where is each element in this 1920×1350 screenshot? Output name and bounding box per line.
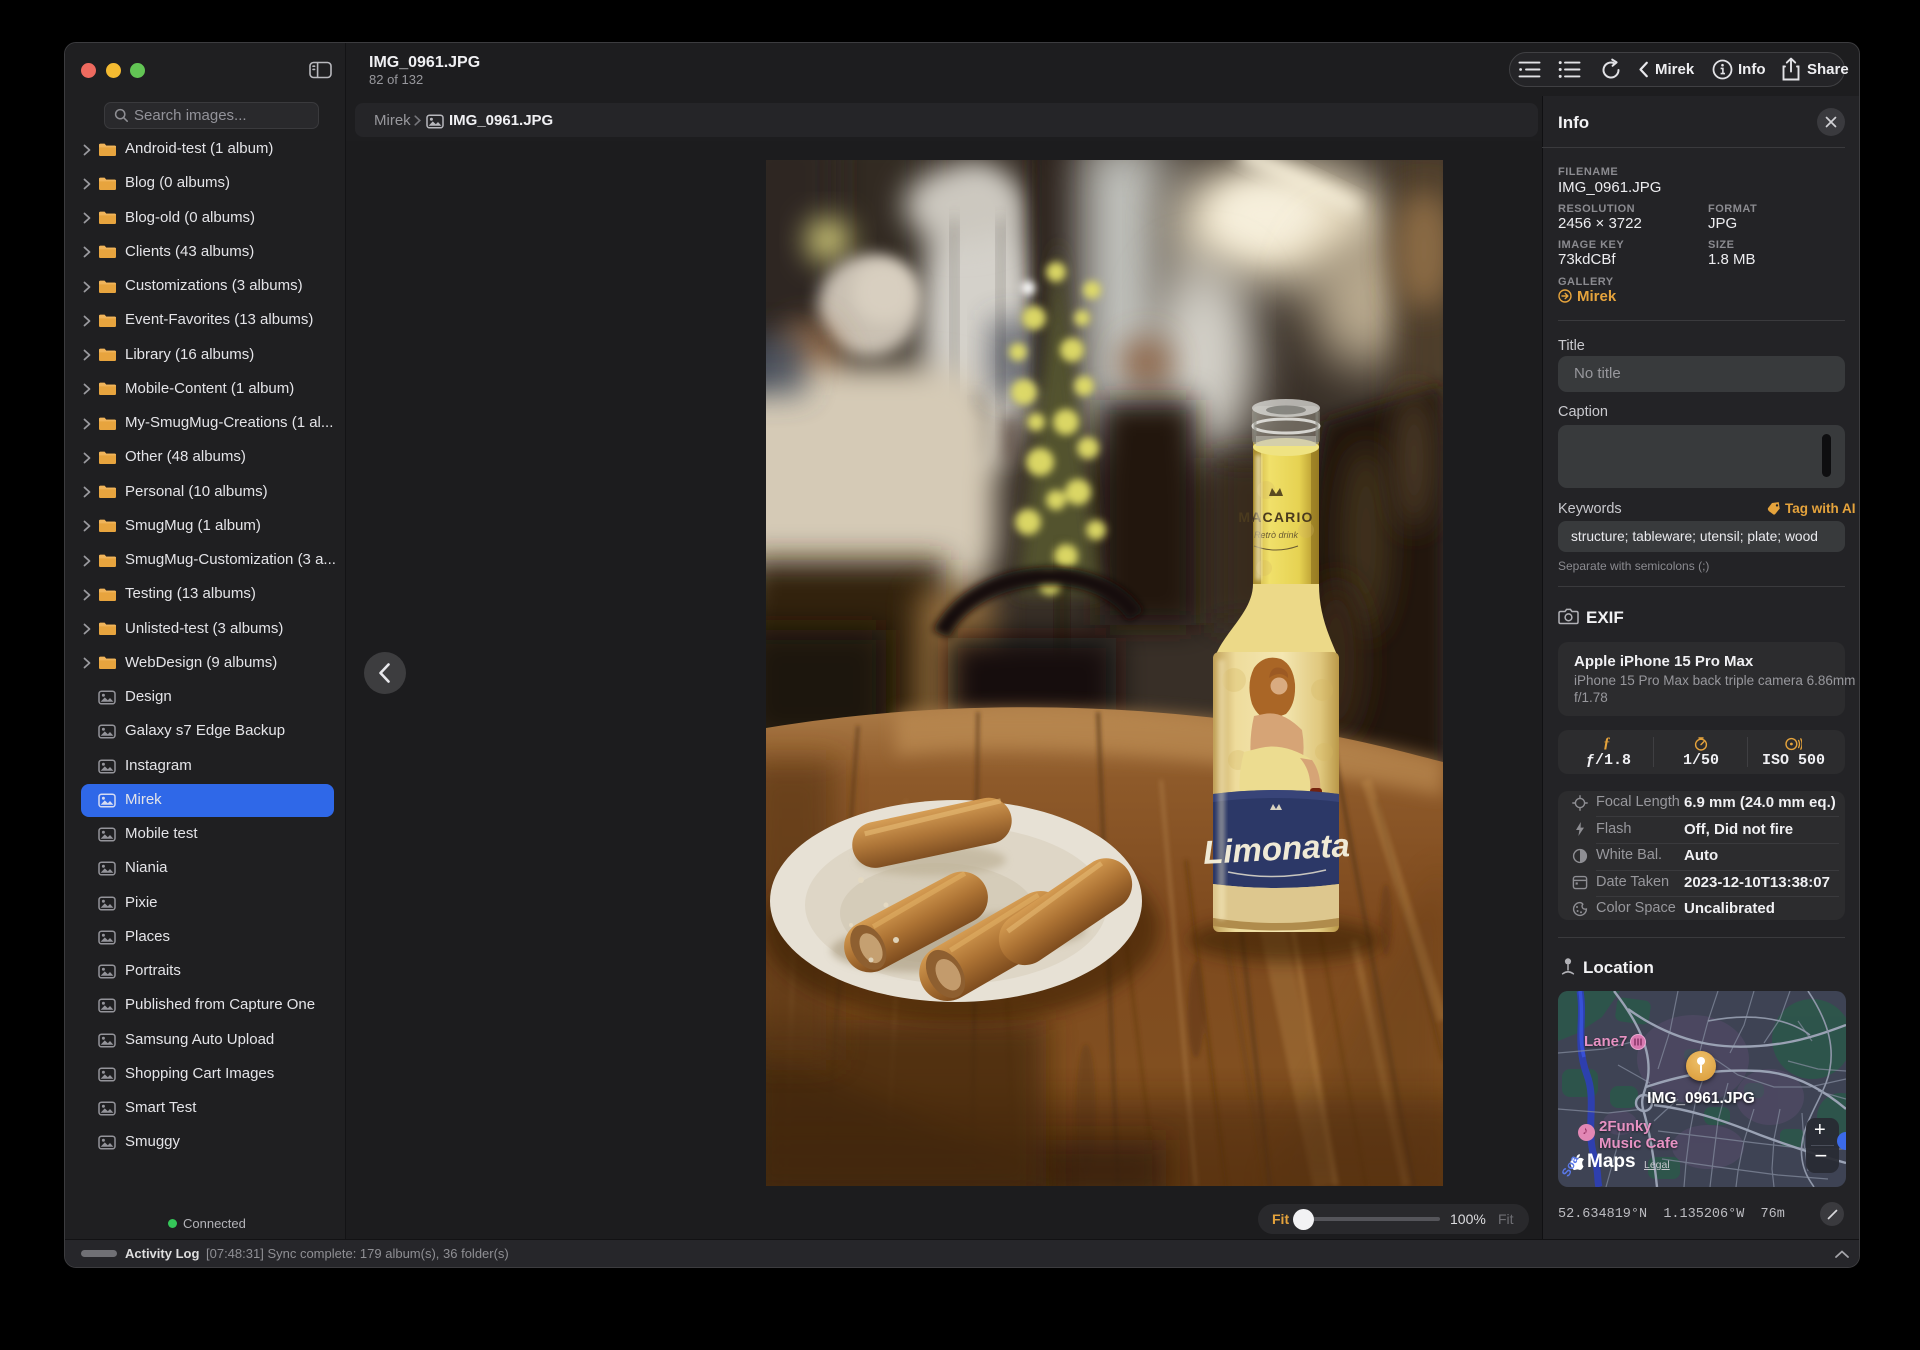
svg-text:MACARIO: MACARIO [1238,509,1313,525]
